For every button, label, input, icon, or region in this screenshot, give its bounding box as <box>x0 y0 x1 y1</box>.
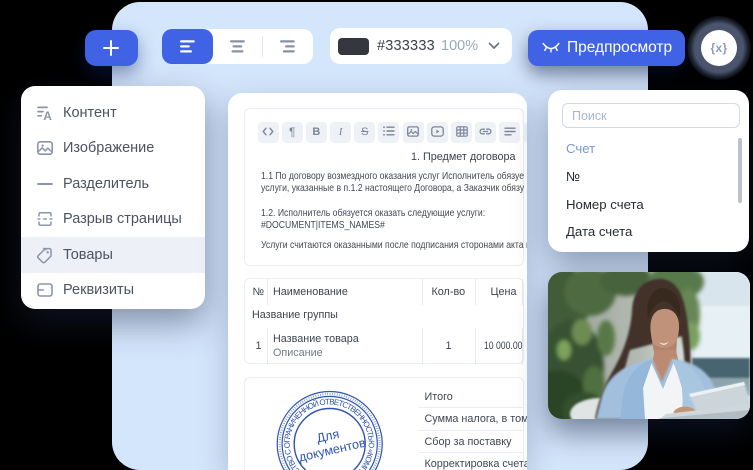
svg-text:A: A <box>43 109 52 122</box>
